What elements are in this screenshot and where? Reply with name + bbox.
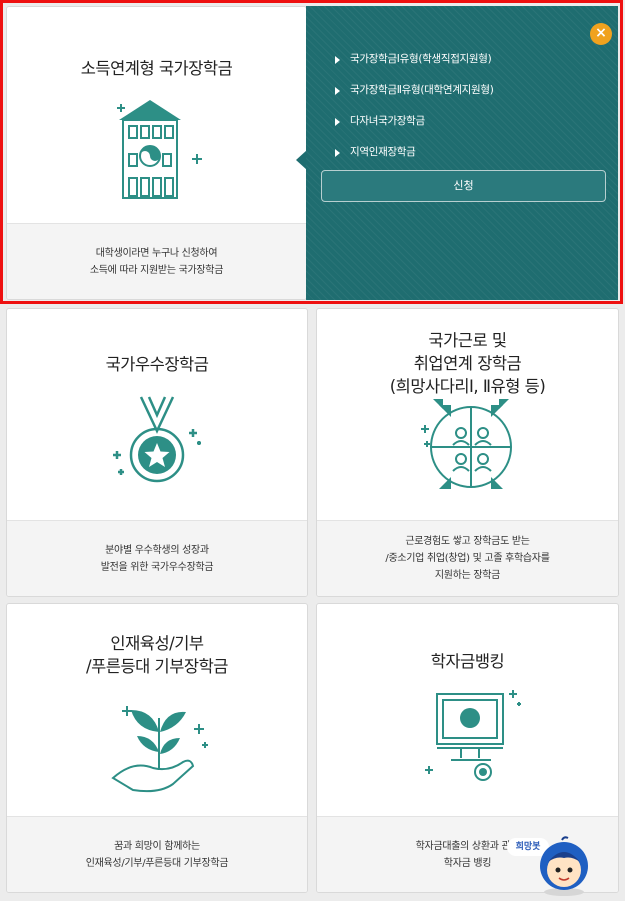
sprout-hand-icon	[111, 706, 208, 793]
card-title: (희망사다리Ⅰ, Ⅱ유형 등)	[389, 377, 546, 396]
card-title: 국가근로 및	[428, 331, 507, 350]
card-desc-line: /중소기업 취업(창업) 및 고졸 후학습자를	[385, 553, 550, 564]
card-title-block: 국가근로 및 취업연계 장학금 (희망사다리Ⅰ, Ⅱ유형 등)	[317, 329, 618, 398]
chatbot-mascot-icon[interactable]	[538, 836, 590, 896]
card-title: 취업연계 장학금	[413, 354, 522, 373]
card-title: 인재육성/기부	[110, 634, 204, 653]
card-title: /푸른등대 기부장학금	[86, 657, 228, 676]
card-excellence-scholarship[interactable]: 국가우수장학금 분야별 우수학생의 성장과 발전을 위한 국가우수장학금	[6, 308, 308, 597]
monitor-coin-icon	[425, 690, 521, 781]
card-desc-line: 꿈과 희망이 함께하는	[114, 840, 200, 852]
card-work-scholarship[interactable]: 국가근로 및 취업연계 장학금 (희망사다리Ⅰ, Ⅱ유형 등) 근로경험도 쌓고…	[316, 308, 619, 597]
card-title: 학자금뱅킹	[430, 652, 505, 671]
card-desc-line: 학자금 뱅킹	[443, 857, 492, 869]
card-desc-line: 근로경험도 쌓고 장학금도 받는	[405, 536, 530, 547]
card-desc-line: 학자금대출의 상환과 관리	[415, 840, 520, 852]
medal-star-icon	[113, 396, 201, 483]
card-donation-scholarship[interactable]: 인재육성/기부 /푸른등대 기부장학금 꿈과 희망이 함께하는 인재육성/기부/…	[6, 603, 308, 893]
card-title-block: 인재육성/기부 /푸른등대 기부장학금	[7, 632, 307, 678]
card-desc-line: 분야별 우수학생의 성장과	[105, 544, 209, 556]
card-desc-line: 인재육성/기부/푸른등대 기부장학금	[85, 857, 229, 869]
card-desc-line: 발전을 위한 국가우수장학금	[100, 561, 214, 573]
card-title: 국가우수장학금	[105, 355, 209, 374]
people-network-icon	[421, 399, 512, 489]
highlight-frame	[0, 0, 623, 304]
card-desc-line: 지원하는 장학금	[434, 570, 501, 581]
